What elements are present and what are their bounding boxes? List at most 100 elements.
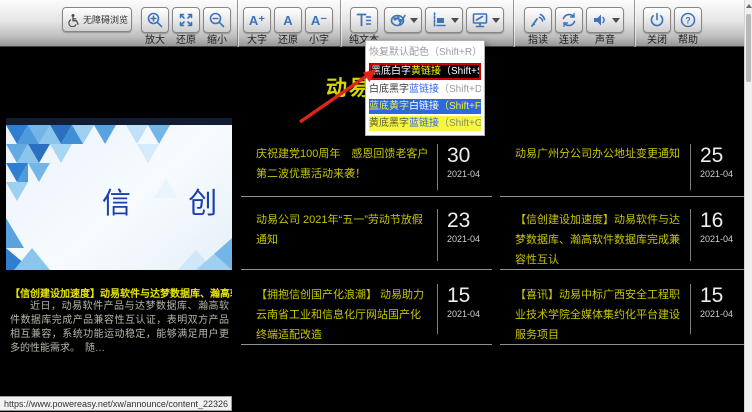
news-link[interactable]: 庆祝建党100周年 感恩回馈老客户第二波优惠活动来袭！ — [241, 139, 437, 196]
news-date: 23 2021-04 — [437, 209, 492, 261]
news-column-right: 动易广州分公司办公地址变更通知 25 2021-04 【信创建设加速度】动易软件… — [500, 139, 745, 345]
font-bigger-button[interactable]: A⁺ — [243, 7, 271, 33]
sound-button[interactable] — [586, 7, 624, 33]
screen-icon — [471, 11, 489, 29]
close-cell: 关闭 — [643, 7, 671, 46]
palette-icon — [389, 11, 407, 29]
guide-line-button[interactable] — [425, 7, 463, 33]
sound-cell: 声音 — [586, 7, 624, 46]
menu-text-shortcut: （Shift+D） — [439, 84, 481, 95]
close-toolbar-button[interactable] — [643, 7, 671, 33]
news-link[interactable]: 【喜讯】动易中标广西安全工程职业技术学院全媒体集约化平台建设服务项目 — [500, 270, 690, 344]
menu-item-yellow-scheme[interactable]: 黄底黑字蓝链接（Shift+G） — [369, 116, 481, 131]
menu-text-link-color: 黄链接 — [411, 66, 441, 77]
scrollbar-thumb[interactable] — [746, 14, 751, 82]
news-link[interactable]: 动易广州分公司办公地址变更通知 — [500, 139, 690, 196]
zoom-out-button[interactable] — [203, 7, 231, 33]
close-label: 关闭 — [647, 36, 667, 46]
zoom-reset-button[interactable] — [172, 7, 200, 33]
news-month: 2021-04 — [700, 234, 745, 244]
menu-item-blue-scheme[interactable]: 蓝底黄字白链接（Shift+F） — [369, 99, 481, 114]
plain-text-button[interactable] — [350, 7, 378, 33]
zoom-in-label: 放大 — [145, 36, 165, 46]
menu-text-shortcut: （Shift+S） — [441, 66, 481, 77]
continuous-read-button[interactable] — [555, 7, 583, 33]
color-scheme-button[interactable] — [384, 7, 422, 33]
news-date: 25 2021-04 — [690, 144, 745, 190]
expand-arrows-icon — [177, 11, 195, 29]
speaker-icon — [591, 11, 609, 29]
news-month: 2021-04 — [447, 169, 492, 179]
continuous-read-cell: 连读 — [555, 7, 583, 46]
continuous-read-label: 连读 — [559, 36, 579, 46]
font-bigger-cell: A⁺ 大字 — [243, 7, 271, 46]
news-link[interactable]: 【拥抱信创国产化浪潮】 动易助力云南省工业和信息化厅网站国产化终端适配改造 — [241, 270, 437, 344]
news-item: 【拥抱信创国产化浪潮】 动易助力云南省工业和信息化厅网站国产化终端适配改造 15… — [241, 270, 492, 345]
zoom-reset-label: 还原 — [176, 36, 196, 46]
font-smaller-cell: A⁻ 小字 — [305, 7, 333, 46]
menu-item-restore-default[interactable]: 恢复默认配色（Shift+R） — [369, 45, 481, 60]
screen-mask-cell — [466, 7, 504, 33]
screen-mask-caret-icon — [492, 18, 500, 23]
news-item: 动易公司 2021年“五一”劳动节放假通知 23 2021-04 — [241, 197, 492, 270]
screen-mask-button[interactable] — [466, 7, 504, 33]
menu-item-black-scheme-selected[interactable]: 黑底白字黄链接（Shift+S） — [369, 63, 481, 80]
zoom-reset-cell: 还原 — [172, 7, 200, 46]
news-day: 15 — [447, 284, 492, 308]
news-item: 【喜讯】动易中标广西安全工程职业技术学院全媒体集约化平台建设服务项目 15 20… — [500, 270, 745, 345]
color-scheme-menu: 恢复默认配色（Shift+R） 黑底白字黄链接（Shift+S） 白底黑字蓝链接… — [365, 40, 485, 136]
menu-text-shortcut: （Shift+G） — [439, 118, 481, 129]
toolbar-separator — [340, 0, 341, 47]
news-item: 动易广州分公司办公地址变更通知 25 2021-04 — [500, 139, 745, 197]
help-button[interactable]: ? — [674, 7, 702, 33]
featured-article-title[interactable]: 【信创建设加速度】动易软件与达梦数据库、瀚高软件 — [10, 285, 232, 300]
cursor-guide-icon — [430, 11, 448, 29]
point-read-button[interactable] — [524, 7, 552, 33]
zoom-out-label: 缩小 — [207, 36, 227, 46]
news-day: 30 — [447, 144, 492, 168]
guide-line-caret-icon — [451, 18, 459, 23]
font-reset-icon: A — [283, 14, 292, 27]
scrollbar-up-button[interactable] — [745, 0, 752, 12]
font-smaller-label: 小字 — [309, 36, 329, 46]
zoom-in-cell: 放大 — [141, 7, 169, 46]
color-scheme-cell — [384, 7, 422, 33]
news-day: 16 — [700, 209, 745, 233]
news-month: 2021-04 — [447, 234, 492, 244]
menu-item-white-scheme[interactable]: 白底黑字蓝链接（Shift+D） — [369, 82, 481, 97]
menu-text-shortcut: （Shift+F） — [439, 101, 481, 112]
news-link[interactable]: 动易公司 2021年“五一”劳动节放假通知 — [241, 197, 437, 269]
news-date: 30 2021-04 — [437, 144, 492, 190]
refresh-read-icon — [560, 11, 578, 29]
point-read-icon — [529, 11, 547, 29]
accessibility-toggle-label: 无障碍浏览 — [83, 13, 128, 26]
menu-text-link-color: 蓝链接 — [409, 118, 439, 129]
menu-text-link-color: 蓝链接 — [409, 84, 439, 95]
point-read-label: 指读 — [528, 36, 548, 46]
news-month: 2021-04 — [447, 309, 492, 319]
zoom-in-button[interactable] — [141, 7, 169, 33]
accessibility-toggle-cell: 无障碍浏览 — [62, 7, 132, 32]
menu-text: 蓝底黄字 — [369, 101, 409, 112]
font-smaller-button[interactable]: A⁻ — [305, 7, 333, 33]
font-bigger-label: 大字 — [247, 36, 267, 46]
magnifier-minus-icon — [208, 11, 226, 29]
help-cell: ? 帮助 — [674, 7, 702, 46]
accessibility-toggle-button[interactable]: 无障碍浏览 — [62, 7, 132, 32]
menu-text: 白底黑字 — [369, 84, 409, 95]
news-month: 2021-04 — [700, 169, 745, 179]
news-date: 15 2021-04 — [690, 284, 745, 334]
font-reset-label: 还原 — [278, 36, 298, 46]
vertical-scrollbar[interactable] — [744, 0, 752, 412]
news-day: 15 — [700, 284, 745, 308]
font-smaller-icon: A⁻ — [311, 14, 327, 27]
news-day: 25 — [700, 144, 745, 168]
question-mark-icon: ? — [679, 11, 697, 29]
news-month: 2021-04 — [700, 309, 745, 319]
featured-banner-image[interactable]: 信 创 — [6, 118, 232, 270]
featured-article-summary: 近日，动易软件产品与达梦数据库、瀚高软件数据库完成产品兼容性互认证，表明双方产品… — [10, 300, 229, 356]
power-icon — [648, 11, 666, 29]
font-reset-button[interactable]: A — [274, 7, 302, 33]
news-link[interactable]: 【信创建设加速度】动易软件与达梦数据库、瀚高软件数据库完成兼容性互认 — [500, 197, 690, 269]
news-date: 16 2021-04 — [690, 209, 745, 261]
